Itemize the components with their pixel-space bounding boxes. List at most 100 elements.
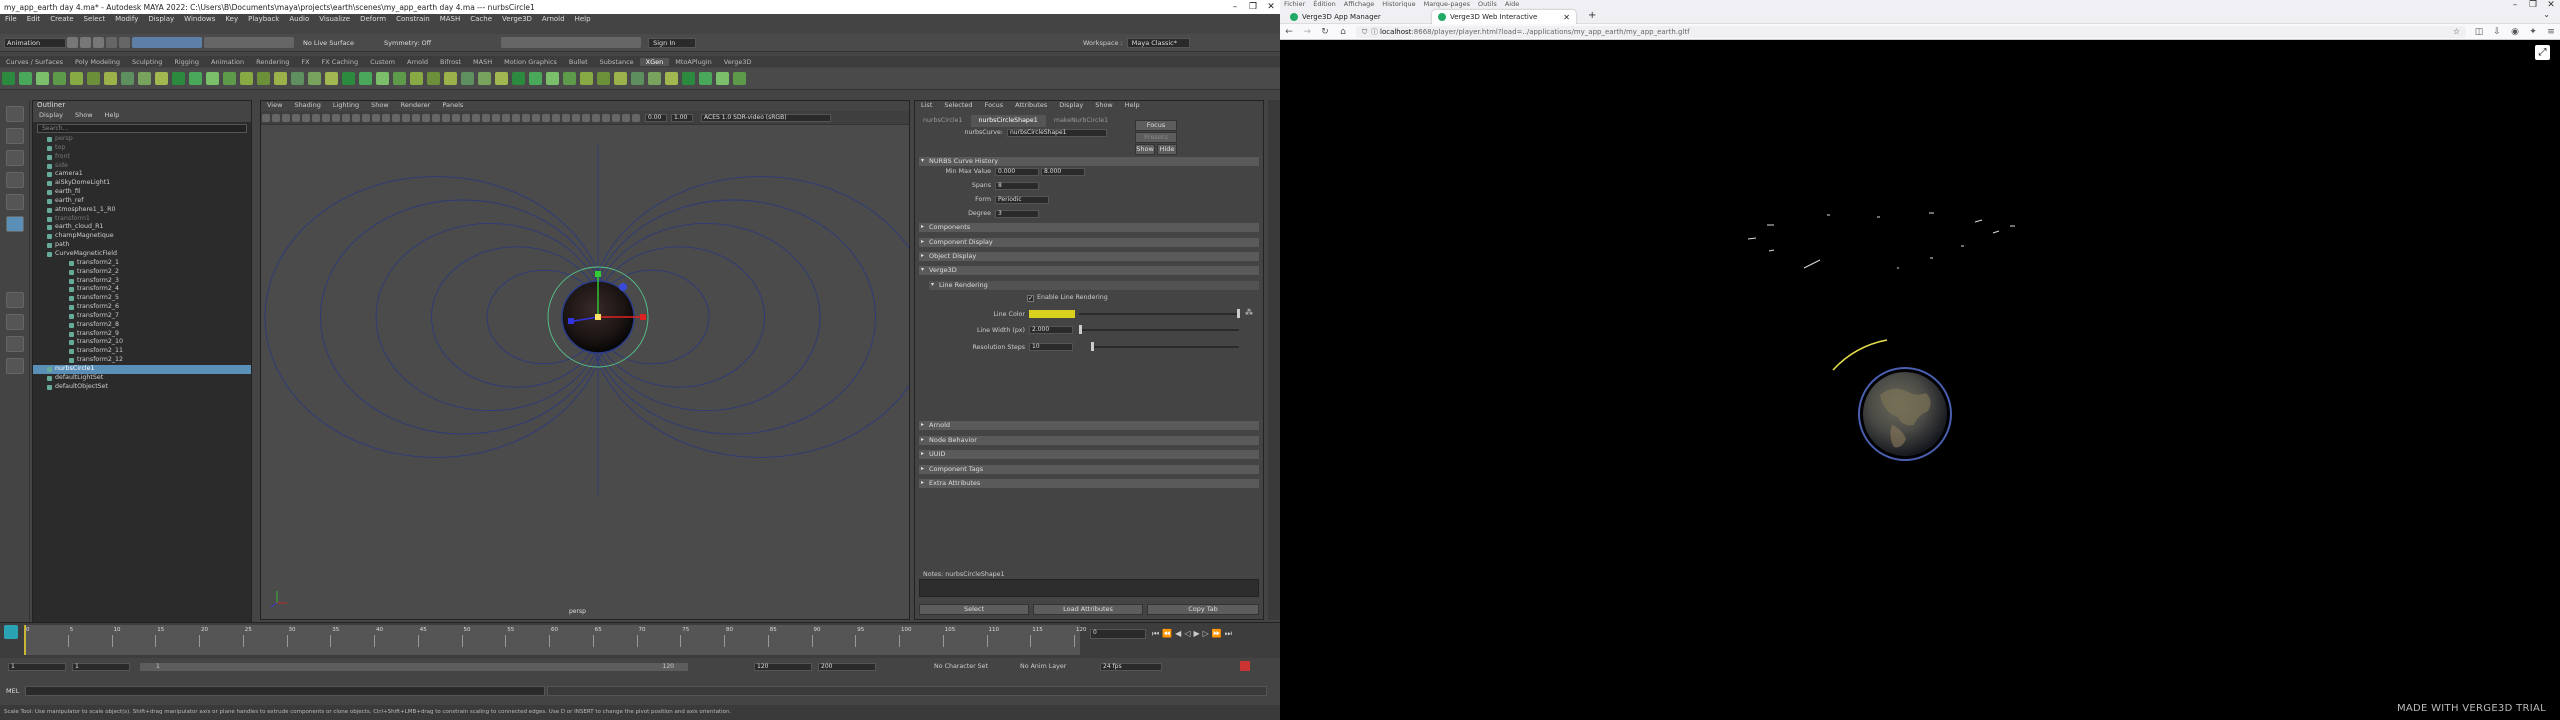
viewport-tool-icon[interactable] <box>562 113 570 122</box>
section-uuid[interactable]: UUID <box>919 450 1259 459</box>
attr-menu-help[interactable]: Help <box>1119 101 1146 111</box>
outliner-search[interactable]: Search... <box>37 124 247 133</box>
viewport-tool-icon[interactable] <box>262 113 270 122</box>
live-surface-label[interactable]: No Live Surface <box>303 39 354 47</box>
browser-minimize-icon[interactable]: – <box>2506 0 2524 10</box>
viewport-tool-icon[interactable] <box>442 113 450 122</box>
layout-single-icon[interactable] <box>5 292 24 308</box>
viewport-tool-icon[interactable] <box>452 113 460 122</box>
shelf-tab-poly-modeling[interactable]: Poly Modeling <box>69 58 126 66</box>
shelf-tool-icon[interactable] <box>444 72 457 85</box>
manipulator-x-handle[interactable] <box>640 314 646 320</box>
attr-tab-makenurbcircle1[interactable]: makeNurbCircle1 <box>1046 115 1116 127</box>
reload-icon[interactable]: ↻ <box>1316 27 1334 37</box>
page-info-icon[interactable]: ⓘ <box>1371 26 1378 38</box>
shelf-tab-rendering[interactable]: Rendering <box>250 58 295 66</box>
layout-four-icon[interactable] <box>5 314 24 330</box>
step-forward-icon[interactable]: ▷ <box>1203 629 1209 639</box>
attr-menu-focus[interactable]: Focus <box>979 101 1010 111</box>
shelf-tool-icon[interactable] <box>53 72 66 85</box>
manipulator-center-handle[interactable] <box>595 314 601 320</box>
select-tool-icon[interactable] <box>5 106 24 122</box>
side-tabs-strip[interactable] <box>1268 100 1280 620</box>
shelf-tool-icon[interactable] <box>19 72 32 85</box>
menu-playback[interactable]: Playback <box>243 15 284 23</box>
back-icon[interactable]: ← <box>1280 27 1298 37</box>
lasso-tool-icon[interactable] <box>5 128 24 144</box>
shelf-tab-fx[interactable]: FX <box>295 58 315 66</box>
new-tab-icon[interactable]: + <box>1588 10 1596 21</box>
browser-menu-item[interactable]: Outils <box>1474 0 1501 10</box>
viewport-tool-icon[interactable] <box>512 113 520 122</box>
render-icons[interactable] <box>501 37 642 48</box>
url-bar[interactable]: ⛉ ⓘ localhost:8668/player/player.html?lo… <box>1356 25 2466 38</box>
viewport-tool-icon[interactable] <box>352 113 360 122</box>
shelf-tab-arnold[interactable]: Arnold <box>401 58 434 66</box>
outliner-item[interactable]: champMagnetique <box>33 232 251 241</box>
outliner-item[interactable]: defaultObjectSet <box>33 383 251 392</box>
time-slider[interactable]: 0 5 10 15 20 25 30 35 40 45 50 55 60 65 70 75 80 85 90 95 10… <box>0 622 1280 658</box>
workspace-selector[interactable]: Maya Classic* <box>1126 37 1190 48</box>
mode-menu[interactable]: Animation <box>4 37 66 48</box>
outliner-menu-display[interactable]: Display <box>33 111 69 119</box>
shelf-tool-icon[interactable] <box>240 72 253 85</box>
outliner-menu-show[interactable]: Show <box>69 111 99 119</box>
shelf-tool-icon[interactable] <box>70 72 83 85</box>
shelf-tool-icon[interactable] <box>631 72 644 85</box>
open-scene-icon[interactable] <box>80 37 91 48</box>
viewport-tool-icon[interactable] <box>582 113 590 122</box>
layout-outliner-icon[interactable] <box>5 358 24 374</box>
outliner-item[interactable]: side <box>33 162 251 171</box>
menu-verge3d[interactable]: Verge3D <box>497 15 537 23</box>
viewport-tool-icon[interactable] <box>322 113 330 122</box>
viewport-tool-icon[interactable] <box>492 113 500 122</box>
shelf-tab-animation[interactable]: Animation <box>205 58 250 66</box>
symmetry-menu[interactable]: Symmetry: Off <box>384 39 431 47</box>
attr-menu-list[interactable]: List <box>915 101 938 111</box>
shelf-tool-icon[interactable] <box>257 72 270 85</box>
fullscreen-icon[interactable]: ⤢ <box>2535 45 2550 60</box>
focus-button[interactable]: Focus <box>1135 120 1177 131</box>
outliner-item[interactable]: transform2_7 <box>33 312 251 321</box>
shelf-tool-icon[interactable] <box>529 72 542 85</box>
viewport-tool-icon[interactable] <box>312 113 320 122</box>
step-back-icon[interactable]: ◀ <box>1175 629 1181 639</box>
downloads-icon[interactable]: ⇩ <box>2488 27 2506 37</box>
attr-menu-display[interactable]: Display <box>1053 101 1089 111</box>
extension-icon[interactable]: ✦ <box>2524 27 2542 37</box>
menu-key[interactable]: Key <box>220 15 243 23</box>
menu-cache[interactable]: Cache <box>465 15 497 23</box>
go-to-start-icon[interactable]: ⏮ <box>1152 629 1159 639</box>
menu-help[interactable]: Help <box>570 15 596 23</box>
shelf-tool-icon[interactable] <box>376 72 389 85</box>
outliner-item[interactable]: earth_cloud_R1 <box>33 223 251 232</box>
browser-close-icon[interactable]: ✕ <box>2542 0 2560 10</box>
viewport-tool-icon[interactable] <box>392 113 400 122</box>
viewport-menu-view[interactable]: View <box>261 101 288 111</box>
shelf-tab-fx-caching[interactable]: FX Caching <box>316 58 365 66</box>
show-button[interactable]: Show <box>1135 144 1155 155</box>
viewport-tool-icon[interactable] <box>282 113 290 122</box>
shelf-tool-icon[interactable] <box>206 72 219 85</box>
shield-icon[interactable]: ⛉ <box>1362 26 1367 38</box>
menu-mash[interactable]: MASH <box>435 15 466 23</box>
outliner-item[interactable]: aiSkyDomeLight1 <box>33 179 251 188</box>
shelf-tool-icon[interactable] <box>138 72 151 85</box>
outliner-item[interactable]: transform2_1 <box>33 259 251 268</box>
resolution-steps-field[interactable]: 10 <box>1029 343 1073 351</box>
viewport-tool-icon[interactable] <box>332 113 340 122</box>
hamburger-menu-icon[interactable]: ≡ <box>2542 27 2560 37</box>
enable-line-checkbox[interactable]: ✓ <box>1027 295 1034 302</box>
hide-button[interactable]: Hide <box>1157 144 1177 155</box>
viewport-menu-panels[interactable]: Panels <box>436 101 469 111</box>
section-components[interactable]: Components <box>919 223 1259 232</box>
viewport-tool-icon[interactable] <box>572 113 580 122</box>
shelf-tab-xgen[interactable]: XGen <box>639 57 670 66</box>
viewport-tool-icon[interactable] <box>382 113 390 122</box>
play-forward-icon[interactable]: ▶ <box>1193 629 1199 639</box>
close-icon[interactable]: ✕ <box>1262 2 1280 12</box>
viewport-tool-icon[interactable] <box>412 113 420 122</box>
browser-menu-item[interactable]: Marque-pages <box>1420 0 1474 10</box>
gamma-field[interactable]: 1.00 <box>671 113 693 122</box>
outliner-item[interactable]: transform1 <box>33 215 251 224</box>
